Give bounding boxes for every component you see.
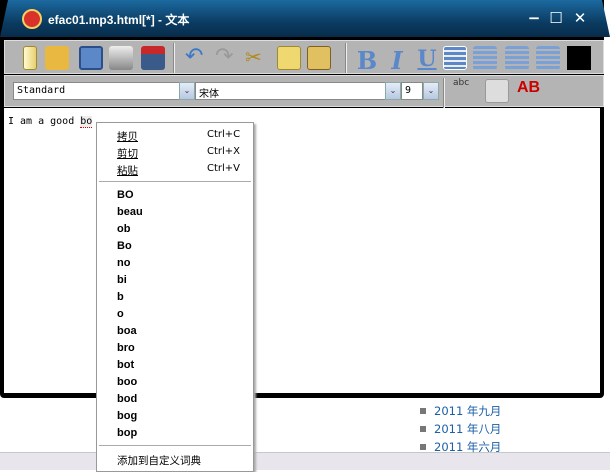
size-select[interactable]: 9 — [401, 82, 423, 100]
editor-text-content: I am a good — [8, 116, 81, 127]
justify-button[interactable] — [536, 46, 560, 70]
font-dropdown-icon[interactable]: ⌄ — [385, 82, 401, 100]
spellcheck-icon[interactable]: abc — [453, 78, 477, 102]
suggestion-item[interactable]: boa — [117, 325, 137, 337]
suggestion-item[interactable]: boo — [117, 376, 137, 388]
bold-button[interactable]: B — [355, 46, 379, 75]
toolbar-separator — [173, 43, 175, 73]
app-icon — [22, 9, 42, 29]
save-icon[interactable] — [79, 46, 103, 70]
suggestion-item[interactable]: bot — [117, 359, 134, 371]
title-bar[interactable]: efac01.mp3.html[*] - 文本 − ☐ ✕ — [0, 0, 610, 37]
editor-text[interactable]: I am a good bo — [8, 116, 93, 128]
page-footer — [0, 452, 610, 470]
main-toolbar: ↶ ↷ ✂ B I U — [4, 40, 604, 75]
align-center-button[interactable] — [473, 46, 497, 70]
cut-icon[interactable]: ✂ — [245, 46, 269, 70]
toolbar-separator — [345, 43, 347, 73]
menu-cut[interactable]: 剪切 — [117, 146, 138, 161]
undo-icon[interactable]: ↶ — [185, 46, 209, 70]
copy-icon[interactable] — [277, 46, 301, 70]
suggestion-item[interactable]: bro — [117, 342, 135, 354]
format-toolbar: Standard ⌄ 宋体 ⌄ 9 ⌄ abc AB — [4, 75, 604, 108]
minimize-button[interactable]: − — [525, 9, 543, 27]
suggestion-item[interactable]: bod — [117, 393, 137, 405]
menu-paste[interactable]: 粘贴 — [117, 163, 138, 178]
font-select[interactable]: 宋体 — [195, 82, 387, 100]
maximize-button[interactable]: ☐ — [547, 9, 565, 27]
text-color-button[interactable] — [567, 46, 591, 70]
style-select[interactable]: Standard — [13, 82, 181, 100]
style-dropdown-icon[interactable]: ⌄ — [179, 82, 195, 100]
print-icon[interactable] — [109, 46, 133, 70]
suggestion-item[interactable]: beau — [117, 206, 143, 218]
window-title: efac01.mp3.html[*] - 文本 — [48, 13, 190, 27]
align-left-button[interactable] — [443, 46, 467, 70]
text-editor[interactable]: I am a good bo — [4, 108, 600, 393]
new-file-icon[interactable] — [23, 46, 37, 70]
menu-copy[interactable]: 拷贝 — [117, 129, 138, 144]
find-icon[interactable] — [485, 79, 509, 103]
archive-list: 2011 年九月 2011 年八月 2011 年六月 — [420, 402, 501, 456]
menu-separator — [99, 181, 251, 182]
suggestion-item[interactable]: no — [117, 257, 130, 269]
autocorrect-icon[interactable]: AB — [517, 79, 541, 103]
toolbar-separator — [443, 78, 445, 108]
suggestion-item[interactable]: bop — [117, 427, 137, 439]
suggestion-item[interactable]: bog — [117, 410, 137, 422]
copy-shortcut: Ctrl+C — [207, 129, 241, 140]
context-menu: 拷贝 Ctrl+C 剪切 Ctrl+X 粘贴 Ctrl+V BO beau ob… — [96, 122, 254, 472]
close-button[interactable]: ✕ — [571, 9, 589, 27]
menu-separator — [99, 445, 251, 446]
suggestion-item[interactable]: o — [117, 308, 124, 320]
add-to-dictionary-item[interactable]: 添加到自定义词典 — [117, 453, 201, 468]
cut-shortcut: Ctrl+X — [207, 146, 241, 157]
open-folder-icon[interactable] — [45, 46, 69, 70]
suggestion-item[interactable]: Bo — [117, 240, 132, 252]
save-pdf-icon[interactable] — [141, 46, 165, 70]
archive-link[interactable]: 2011 年六月 — [420, 438, 501, 456]
suggestion-item[interactable]: BO — [117, 189, 134, 201]
paste-icon[interactable] — [307, 46, 331, 70]
redo-icon[interactable]: ↷ — [215, 46, 239, 70]
suggestion-item[interactable]: bi — [117, 274, 127, 286]
suggestion-item[interactable]: b — [117, 291, 124, 303]
misspelled-word[interactable]: bo — [80, 116, 93, 128]
italic-button[interactable]: I — [385, 46, 409, 75]
align-right-button[interactable] — [505, 46, 529, 70]
size-dropdown-icon[interactable]: ⌄ — [423, 82, 439, 100]
underline-button[interactable]: U — [415, 46, 439, 72]
suggestion-item[interactable]: ob — [117, 223, 130, 235]
editor-window: efac01.mp3.html[*] - 文本 − ☐ ✕ ↶ ↷ ✂ B I … — [0, 0, 610, 398]
paste-shortcut: Ctrl+V — [207, 163, 241, 174]
archive-link[interactable]: 2011 年八月 — [420, 420, 501, 438]
archive-link[interactable]: 2011 年九月 — [420, 402, 501, 420]
